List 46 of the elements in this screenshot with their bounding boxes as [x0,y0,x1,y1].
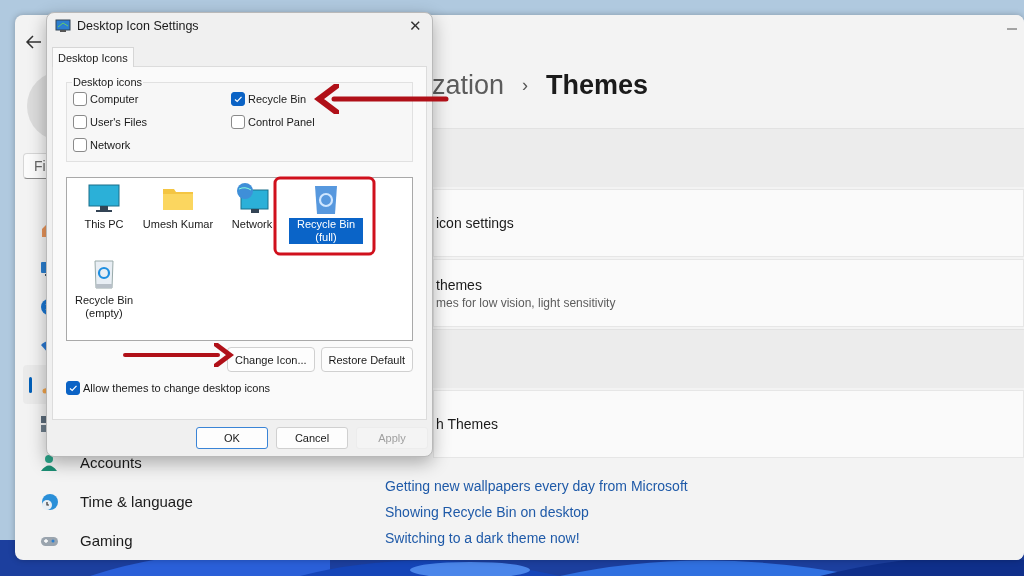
dialog-button[interactable]: Cancel [276,427,348,449]
back-icon[interactable] [25,33,43,51]
checkbox-label[interactable]: User's Files [90,116,148,128]
help-link[interactable]: Showing Recycle Bin on desktop [385,504,589,520]
checkbox[interactable] [231,92,245,106]
checkbox[interactable] [66,381,80,395]
dialog-button[interactable]: Change Icon... [227,347,315,372]
checkbox[interactable] [73,138,87,152]
settings-card[interactable]: icon settings [433,189,1024,257]
dialog-button[interactable]: Restore Default [320,347,413,372]
close-button[interactable]: ✕ [398,13,432,39]
checkbox-label[interactable]: Network [90,139,131,151]
person-icon [40,453,58,472]
icon-label[interactable]: Umesh Kumar [141,218,215,231]
card-title: icon settings [436,215,515,231]
nav-item[interactable]: Time & language [23,482,313,521]
icon-label[interactable]: Recycle Bin (empty) [67,294,141,320]
icon-label[interactable]: Recycle Bin (full) [289,218,363,244]
settings-card[interactable]: themes mes for low vision, light sensitivity [433,259,1024,327]
card-title: themes [436,276,483,293]
globe-monitor-icon [235,182,269,216]
card-title: h Themes [436,416,499,432]
checkbox[interactable] [231,115,245,129]
checkbox[interactable] [73,92,87,106]
tab[interactable]: Desktop Icons [52,47,134,67]
card-subtitle: mes for low vision, light sensitivity [436,295,617,310]
help-link[interactable]: Getting new wallpapers every day from Microsoft [385,478,688,494]
page-title: Themes [546,70,649,101]
checkbox-label[interactable]: Recycle Bin [248,93,307,105]
nav-item[interactable]: Gaming [23,521,313,560]
settings-card[interactable]: h Themes [433,390,1024,458]
icon-label[interactable]: This PC [83,218,125,231]
icon-label[interactable]: Network [230,218,274,231]
group-title: Desktop icons [72,76,144,88]
breadcrumb-link[interactable]: zation [432,70,505,101]
checkbox-label[interactable]: Control Panel [248,116,315,128]
app-icon [55,18,71,34]
help-link[interactable]: Switching to a dark theme now! [385,530,580,546]
clock-globe-icon [40,492,58,511]
checkbox-label[interactable]: Computer [90,93,139,105]
dialog-button[interactable]: OK [196,427,268,449]
dialog-title: Desktop Icon Settings [77,19,200,33]
checkbox[interactable] [73,115,87,129]
minimize-icon [1006,28,1018,30]
chevron-separator: › [522,75,529,96]
checkbox-label[interactable]: Allow themes to change desktop icons [83,382,271,394]
